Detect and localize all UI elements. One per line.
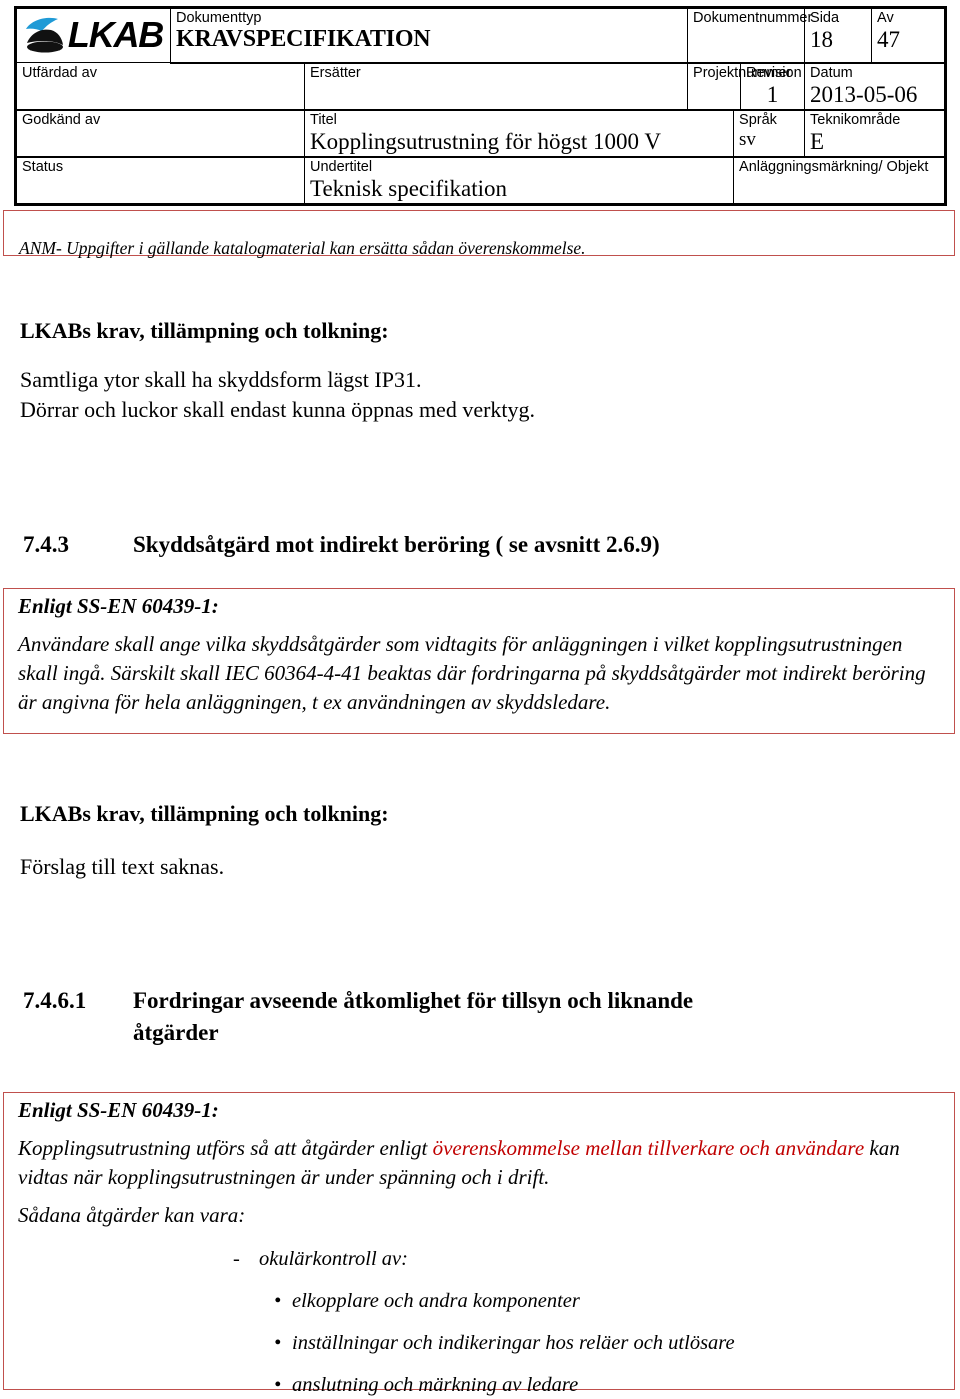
list-item: • elkopplare och andra komponenter: [274, 1287, 580, 1315]
label-revision: Revision: [746, 64, 802, 81]
label-dokumentnummer: Dokumentnummer: [693, 10, 813, 26]
anm-note-box: ANM- Uppgifter i gällande katalogmateria…: [3, 210, 955, 258]
quote-box-2-text-part2: kan: [864, 1136, 900, 1160]
cell-datum: Datum 2013-05-06: [804, 62, 948, 111]
label-utfardad-av: Utfärdad av: [22, 64, 97, 81]
list-item-text: inställningar och indikeringar hos reläe…: [292, 1332, 735, 1354]
list-item: • inställningar och indikeringar hos rel…: [274, 1329, 735, 1357]
cell-titel: Titel Kopplingsutrustning för högst 1000…: [303, 109, 735, 158]
section-title-7461: Fordringar avseende åtkomlighet för till…: [133, 985, 923, 1049]
section-title-743: Skyddsåtgärd mot indirekt beröring ( se …: [133, 532, 660, 557]
label-undertitel: Undertitel: [310, 158, 373, 175]
cell-utfardad-av: Utfärdad av: [14, 62, 305, 111]
label-projektnummer: Projektnummer: [693, 64, 792, 81]
value-undertitel: Teknisk specifikation: [310, 175, 508, 201]
list-item: • anslutning och märkning av ledare: [274, 1371, 578, 1399]
quote-box-1: Enligt SS-EN 60439-1: Användare skall an…: [3, 588, 955, 734]
section-heading-7461: 7.4.6.1 Fordringar avseende åtkomlighet …: [23, 985, 923, 1049]
krav-line-2a: Förslag till text saknas.: [20, 854, 225, 879]
cell-status: Status: [14, 156, 305, 206]
cell-dokumenttyp: Dokumenttyp KRAVSPECIFIKATION: [169, 6, 689, 64]
value-sida: 18: [810, 27, 834, 52]
label-sida: Sida: [810, 10, 840, 26]
cell-sprak: Språk sv: [733, 109, 806, 158]
label-datum: Datum: [810, 64, 853, 81]
label-godkand-av: Godkänd av: [22, 111, 101, 128]
quote-box-1-paragraph: Användare skall ange vilka skyddsåtgärde…: [18, 630, 943, 717]
lkab-logo-text: LKAB: [67, 14, 164, 55]
lkab-logo-mark-icon: [24, 16, 66, 54]
section-title-7461-line1: Fordringar avseende åtkomlighet för till…: [133, 988, 694, 1013]
quote-box-1-line-1: Användare skall ange vilka skyddsåtgärde…: [18, 632, 903, 656]
round-bullet-icon: •: [274, 1332, 282, 1354]
label-av: Av: [877, 10, 894, 26]
quote-box-2-text-line2: vidtas när kopplingsutrustningen är unde…: [18, 1165, 550, 1189]
header-row-3: Godkänd av Titel Kopplingsutrustning för…: [14, 109, 948, 158]
krav-line-1a: Samtliga ytor skall ha skyddsform lägst …: [20, 367, 422, 392]
label-anlaggningsmarkning: Anläggningsmärkning/ Objekt: [739, 158, 929, 175]
quote-box-1-line-3: är angivna för hela anläggningen, t ex a…: [18, 690, 611, 714]
header-row-4: Status Undertitel Teknisk specifikation …: [14, 156, 948, 206]
section-number-743: 7.4.3: [23, 532, 69, 557]
list-item-text: anslutning och märkning av ledare: [292, 1374, 579, 1396]
quote-box-1-title: Enligt SS-EN 60439-1:: [18, 594, 219, 618]
cell-teknikomrade: Teknikområde E: [804, 109, 948, 158]
cell-dokumentnummer: Dokumentnummer: [687, 6, 813, 64]
label-ersatter: Ersätter: [310, 64, 361, 81]
cell-revision: Revision 1: [740, 62, 806, 111]
quote-box-2: Enligt SS-EN 60439-1: Kopplingsutrustnin…: [3, 1092, 955, 1396]
value-titel: Kopplingsutrustning för högst 1000 V: [310, 128, 661, 154]
cell-godkand-av: Godkänd av: [14, 109, 305, 158]
label-titel: Titel: [310, 111, 337, 128]
value-teknikomrade: E: [810, 128, 825, 154]
label-dokumenttyp: Dokumenttyp: [176, 10, 262, 26]
section-number-7461: 7.4.6.1: [23, 988, 87, 1013]
krav-heading-1: LKABs krav, tillämpning och tolkning:: [20, 318, 389, 343]
quote-box-2-leadin: Sådana åtgärder kan vara:: [18, 1203, 246, 1227]
quote-box-2-text-highlight: överenskommelse mellan tillverkare och a…: [432, 1136, 865, 1160]
cell-anlaggningsmarkning: Anläggningsmärkning/ Objekt: [733, 156, 948, 206]
value-av: 47: [877, 27, 901, 52]
value-datum: 2013-05-06: [810, 81, 918, 107]
cell-projektnummer: Projektnummer: [687, 62, 792, 111]
label-teknikomrade: Teknikområde: [810, 111, 901, 128]
quote-box-2-paragraph: Kopplingsutrustning utförs så att åtgärd…: [18, 1134, 943, 1192]
cell-ersatter: Ersätter: [303, 62, 689, 111]
section-heading-743: 7.4.3 Skyddsåtgärd mot indirekt beröring…: [23, 529, 923, 561]
lkab-logo: LKAB: [22, 10, 165, 60]
value-dokumenttyp: KRAVSPECIFIKATION: [176, 26, 431, 52]
round-bullet-icon: •: [274, 1290, 282, 1312]
section-title-7461-line2: åtgärder: [133, 1020, 219, 1045]
krav-heading-2: LKABs krav, tillämpning och tolkning:: [20, 801, 389, 826]
list-item-dash: - okulärkontroll av:: [233, 1245, 408, 1273]
header-row-2: Utfärdad av Ersätter Projektnummer Revis…: [14, 62, 948, 111]
label-status: Status: [22, 158, 64, 175]
round-bullet-icon: •: [274, 1374, 282, 1396]
value-sprak: sv: [739, 128, 756, 150]
list-item-dash-text: okulärkontroll av:: [259, 1248, 408, 1270]
header-row-1: LKAB Dokumenttyp KRAVSPECIFIKATION Dokum…: [14, 6, 948, 64]
quote-box-2-text-part1: Kopplingsutrustning utförs så att åtgärd…: [18, 1136, 433, 1160]
anm-note-text: ANM- Uppgifter i gällande katalogmateria…: [19, 238, 586, 258]
quote-box-1-line-2: skall ingå. Särskilt skall IEC 60364-4-4…: [18, 661, 926, 685]
value-revision: 1: [766, 81, 779, 107]
logo-cell: LKAB: [14, 6, 171, 63]
quote-box-2-title: Enligt SS-EN 60439-1:: [18, 1098, 219, 1122]
krav-line-1b: Dörrar och luckor skall endast kunna öpp…: [20, 397, 536, 422]
dash-bullet-icon: -: [233, 1248, 240, 1270]
cell-undertitel: Undertitel Teknisk specifikation: [303, 156, 735, 206]
cell-av: Av 47: [871, 6, 948, 64]
list-item-text: elkopplare och andra komponenter: [292, 1290, 580, 1312]
label-sprak: Språk: [739, 111, 777, 128]
document-header-table: LKAB Dokumenttyp KRAVSPECIFIKATION Dokum…: [14, 6, 948, 206]
cell-sida: Sida 18: [804, 6, 873, 64]
